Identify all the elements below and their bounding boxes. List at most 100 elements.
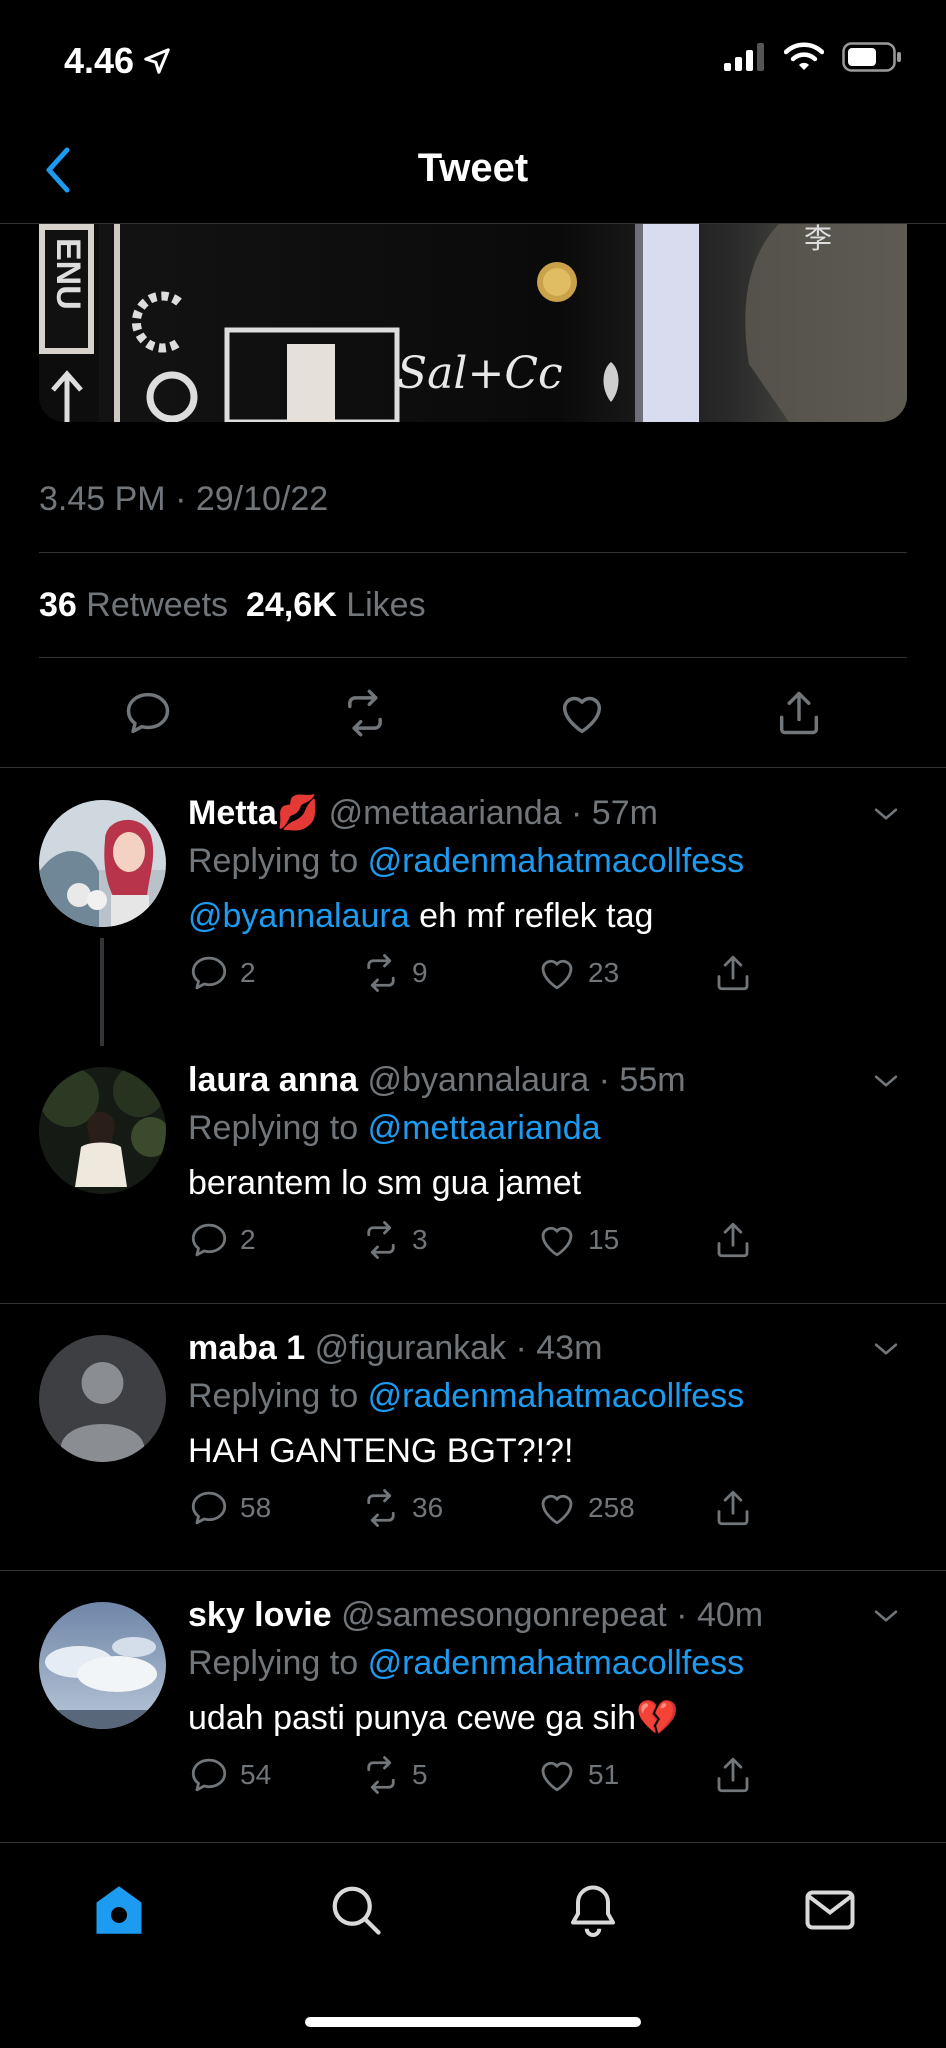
reply-actions: 2 3 15	[188, 1219, 906, 1279]
reply-time: 57m	[591, 794, 658, 832]
handle[interactable]: @byannalaura	[368, 1061, 590, 1099]
retweets-stat[interactable]: 36 Retweets	[39, 586, 228, 625]
like-count: 23	[588, 957, 620, 988]
replying-to: Replying to @radenmahatmacollfess	[188, 836, 906, 886]
reply-header: Metta💋 @mettaarianda · 57m	[188, 794, 658, 832]
home-icon	[96, 1886, 142, 1934]
mention-link[interactable]: @byannalaura	[188, 897, 410, 935]
retweet-icon	[360, 952, 402, 994]
replying-to-link[interactable]: @mettaarianda	[368, 1109, 601, 1147]
bell-icon	[571, 1885, 615, 1937]
reply-time: 43m	[536, 1329, 603, 1367]
retweet-button[interactable]: 36	[360, 1487, 443, 1529]
retweet-icon	[339, 687, 391, 739]
battery-icon	[842, 42, 901, 72]
replying-to: Replying to @mettaarianda	[188, 1103, 906, 1153]
share-button[interactable]	[712, 1754, 754, 1796]
retweet-button[interactable]: 5	[360, 1754, 428, 1796]
more-options-button[interactable]	[866, 1596, 906, 1636]
handle[interactable]: @figurankak	[315, 1329, 506, 1367]
reply-time: 55m	[619, 1061, 686, 1099]
retweet-button[interactable]: 3	[360, 1219, 428, 1261]
avatar[interactable]	[39, 1335, 166, 1462]
reply-time: 40m	[696, 1596, 764, 1634]
replying-prefix: Replying to	[188, 1644, 359, 1682]
like-button[interactable]: 15	[536, 1219, 619, 1261]
reply-text: @byannalaura eh mf reflek tag	[188, 886, 906, 946]
like-button[interactable]: 51	[536, 1754, 619, 1796]
reply-actions: 54 5 51	[188, 1754, 906, 1814]
thread-line	[100, 938, 104, 1046]
reply-item[interactable]: laura anna @byannalaura · 55m Replying t…	[0, 1057, 946, 1302]
display-name[interactable]: maba 1	[188, 1329, 305, 1367]
status-time: 4.46	[64, 40, 135, 81]
reply-button[interactable]: 2	[188, 1219, 256, 1261]
share-button[interactable]	[712, 952, 754, 994]
tab-search[interactable]	[321, 1875, 391, 1945]
reply-actions: 58 36 258	[188, 1487, 906, 1547]
reply-button[interactable]: 54	[188, 1754, 271, 1796]
home-indicator[interactable]	[305, 2017, 641, 2027]
more-options-button[interactable]	[866, 1061, 906, 1101]
retweet-button[interactable]: 9	[360, 952, 428, 994]
share-button[interactable]	[712, 1219, 754, 1261]
likes-label: Likes	[346, 586, 426, 624]
tab-home[interactable]	[84, 1875, 154, 1945]
retweet-icon	[360, 1487, 402, 1529]
broken-heart-emoji: 💔	[635, 1699, 679, 1737]
reply-button[interactable]: 58	[188, 1487, 271, 1529]
share-button[interactable]	[769, 683, 829, 743]
reply-body: laura anna @byannalaura · 55m Replying t…	[188, 1057, 906, 1279]
more-options-button[interactable]	[866, 1329, 906, 1369]
like-count: 51	[588, 1759, 620, 1790]
like-button[interactable]: 23	[536, 952, 619, 994]
display-name[interactable]: Metta	[188, 794, 277, 832]
replying-to-link[interactable]: @radenmahatmacollfess	[368, 1644, 745, 1682]
tab-notifications[interactable]	[558, 1875, 628, 1945]
reply-text: berantem lo sm gua jamet	[188, 1164, 582, 1202]
display-name[interactable]: sky lovie	[188, 1596, 332, 1634]
bottom-tab-bar	[0, 1842, 946, 2048]
handle[interactable]: @samesongonrepeat	[341, 1596, 667, 1634]
divider	[39, 657, 907, 658]
reply-item[interactable]: sky lovie @samesongonrepeat · 40m Replyi…	[0, 1592, 946, 1837]
reply-count: 54	[240, 1759, 272, 1790]
avatar[interactable]	[39, 1067, 166, 1194]
wifi-icon	[784, 42, 824, 70]
share-button[interactable]	[712, 1487, 754, 1529]
status-time-group: 4.46	[64, 40, 172, 82]
likes-count: 24,6K	[246, 586, 337, 624]
replying-to-link[interactable]: @radenmahatmacollfess	[368, 1377, 745, 1415]
avatar[interactable]	[39, 800, 166, 927]
display-name[interactable]: laura anna	[188, 1061, 358, 1099]
reply-actions: 2 9 23	[188, 952, 906, 1012]
retweet-icon	[360, 1219, 402, 1261]
avatar[interactable]	[39, 1602, 166, 1729]
like-button[interactable]	[552, 683, 612, 743]
chevron-down-icon	[869, 797, 903, 831]
media-illustration: 李 Sal+Cc ENU	[39, 224, 907, 422]
reply-item[interactable]: Metta💋 @mettaarianda · 57m Replying to @…	[0, 790, 946, 1046]
reply-icon	[188, 952, 230, 994]
replying-to-link[interactable]: @radenmahatmacollfess	[368, 842, 745, 880]
reply-icon	[122, 687, 174, 739]
reply-text: udah pasti punya cewe ga sih💔	[188, 1688, 906, 1748]
tab-messages[interactable]	[795, 1875, 865, 1945]
retweet-button[interactable]	[335, 683, 395, 743]
divider	[39, 552, 907, 553]
share-icon	[712, 1219, 754, 1261]
handle[interactable]: @mettaarianda	[329, 794, 562, 832]
reply-item[interactable]: maba 1 @figurankak · 43m Replying to @ra…	[0, 1325, 946, 1570]
like-button[interactable]: 258	[536, 1487, 635, 1529]
like-icon	[556, 687, 608, 739]
like-count: 15	[588, 1224, 620, 1255]
reply-button[interactable]: 2	[188, 952, 256, 994]
more-options-button[interactable]	[866, 794, 906, 834]
reply-button[interactable]	[118, 683, 178, 743]
replying-prefix: Replying to	[188, 1377, 359, 1415]
likes-stat[interactable]: 24,6K Likes	[246, 586, 426, 625]
tweet-media-image[interactable]: 李 Sal+Cc ENU	[39, 224, 907, 422]
like-icon	[536, 1219, 578, 1261]
media-side-text: ENU	[49, 238, 87, 310]
replying-to: Replying to @radenmahatmacollfess	[188, 1638, 906, 1688]
